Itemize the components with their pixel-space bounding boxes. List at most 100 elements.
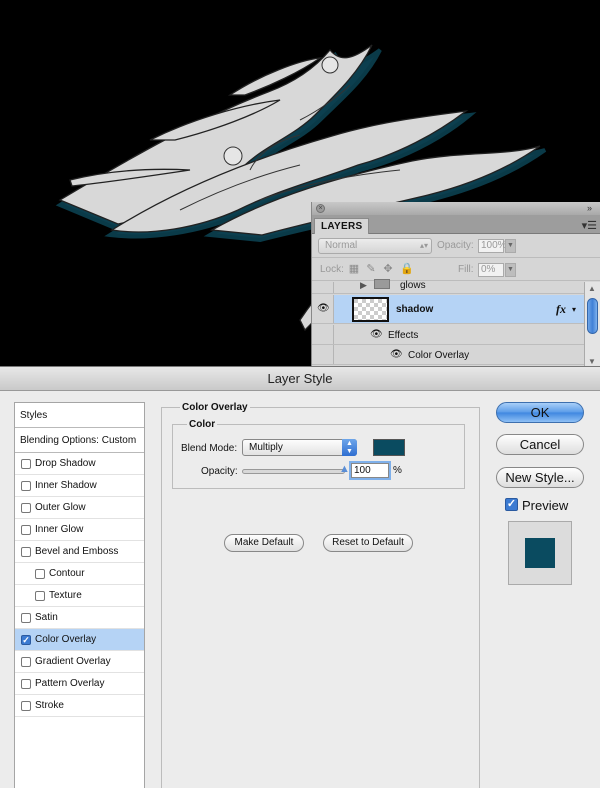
preview-label: Preview	[522, 498, 569, 513]
cancel-button[interactable]: Cancel	[496, 434, 584, 455]
visibility-column	[312, 345, 334, 364]
lock-fill-row: Lock: ▦ ✎ ✥ 🔒 Fill: 0% ▼	[312, 258, 600, 281]
style-item-label: Bevel and Emboss	[35, 546, 119, 557]
blend-mode-label: Blend Mode:	[181, 443, 238, 454]
color-group: Color Blend Mode: Multiply ▲ ▼ Opacity: ▲…	[172, 419, 465, 489]
style-checkbox[interactable]	[21, 459, 31, 469]
color-overlay-section: Color Overlay Color Blend Mode: Multiply…	[161, 402, 480, 788]
styles-header-item[interactable]: Styles	[15, 403, 144, 428]
opacity-slider[interactable]	[242, 469, 345, 474]
style-checkbox[interactable]	[35, 569, 45, 579]
style-item-label: Pattern Overlay	[35, 678, 105, 689]
new-style-button[interactable]: New Style...	[496, 467, 584, 488]
folder-icon	[374, 279, 390, 289]
panel-menu-icon[interactable]: ▾☰	[582, 219, 597, 232]
preview-checkbox[interactable]: ✓	[505, 498, 518, 511]
layer-style-dialog: Layer Style Styles Blending Options: Cus…	[0, 366, 600, 788]
fill-dropdown-icon[interactable]: ▼	[505, 263, 516, 277]
visibility-column	[312, 282, 334, 293]
style-item-color-overlay[interactable]: ✓ Color Overlay	[15, 629, 144, 651]
ok-button[interactable]: OK	[496, 402, 584, 423]
blend-mode-select[interactable]: Multiply ▲ ▼	[242, 439, 357, 456]
style-item-drop-shadow[interactable]: Drop Shadow	[15, 453, 144, 475]
style-checkbox[interactable]	[21, 547, 31, 557]
style-item-label: Inner Glow	[35, 524, 84, 535]
lock-pixels-brush-icon[interactable]: ✎	[365, 263, 377, 275]
style-item-pattern-overlay[interactable]: Pattern Overlay	[15, 673, 144, 695]
select-arrows-icon: ▲ ▼	[342, 439, 357, 456]
lock-all-icon[interactable]: 🔒	[400, 263, 414, 275]
layer-blend-mode-value: Normal	[325, 240, 358, 251]
tab-layers[interactable]: LAYERS	[314, 218, 370, 234]
panel-close-button[interactable]: ×	[316, 204, 325, 213]
lock-label: Lock:	[320, 264, 344, 275]
style-item-label: Contour	[49, 568, 85, 579]
layer-name: shadow	[396, 304, 434, 315]
blending-options-item[interactable]: Blending Options: Custom	[15, 428, 144, 453]
style-checkbox[interactable]	[21, 657, 31, 667]
fx-icon[interactable]: fx	[556, 302, 566, 317]
visibility-column: 👁	[312, 295, 334, 323]
style-checkbox[interactable]	[21, 525, 31, 535]
style-checkbox[interactable]	[35, 591, 45, 601]
lock-position-move-icon[interactable]: ✥	[382, 263, 394, 275]
style-item-label: Satin	[35, 612, 58, 623]
layer-effects-row[interactable]: 👁 Effects	[312, 325, 585, 345]
scroll-up-icon[interactable]: ▲	[588, 284, 596, 293]
style-item-gradient-overlay[interactable]: Gradient Overlay	[15, 651, 144, 673]
layers-panel: × » LAYERS ▾☰ Normal ▴▾ Opacity: 100% ▼ …	[311, 202, 600, 368]
layer-name: glows	[400, 280, 426, 291]
style-checkbox[interactable]: ✓	[21, 635, 31, 645]
style-item-label: Inner Shadow	[35, 480, 97, 491]
style-item-label: Drop Shadow	[35, 458, 96, 469]
make-default-button[interactable]: Make Default	[224, 534, 304, 552]
fill-input[interactable]: 0%	[478, 263, 504, 277]
scroll-down-icon[interactable]: ▼	[588, 357, 596, 366]
style-checkbox[interactable]	[21, 481, 31, 491]
style-item-label: Stroke	[35, 700, 64, 711]
style-item-satin[interactable]: Satin	[15, 607, 144, 629]
style-checkbox[interactable]	[21, 503, 31, 513]
layer-row-glows[interactable]: ▶ glows	[312, 279, 585, 294]
style-item-label: Texture	[49, 590, 82, 601]
layer-row-shadow[interactable]: 👁 shadow fx ▾	[312, 295, 585, 324]
select-arrows-icon: ▴▾	[419, 241, 428, 250]
panel-collapse-icon[interactable]: »	[587, 204, 596, 213]
overlay-color-swatch[interactable]	[373, 439, 405, 456]
section-title: Color Overlay	[180, 402, 250, 413]
layer-opacity-input[interactable]: 100%	[478, 239, 507, 253]
layer-opacity-dropdown-icon[interactable]: ▼	[505, 239, 516, 253]
effect-name: Color Overlay	[408, 350, 470, 361]
style-item-inner-glow[interactable]: Inner Glow	[15, 519, 144, 541]
opacity-unit: %	[393, 465, 402, 476]
eye-icon[interactable]: 👁	[317, 303, 330, 314]
layer-effect-color-overlay-row[interactable]: 👁 Color Overlay	[312, 345, 585, 365]
opacity-slider-knob-icon[interactable]: ▲	[339, 463, 350, 475]
style-item-label: Gradient Overlay	[35, 656, 111, 667]
style-item-stroke[interactable]: Stroke	[15, 695, 144, 717]
layers-list: ▶ glows 👁 shadow fx ▾ 👁 Effects 👁 Color …	[312, 279, 585, 368]
reset-to-default-button[interactable]: Reset to Default	[323, 534, 413, 552]
opacity-input[interactable]: 100	[351, 463, 389, 478]
eye-icon[interactable]: 👁	[390, 349, 403, 360]
style-item-contour[interactable]: Contour	[15, 563, 144, 585]
style-item-bevel-and-emboss[interactable]: Bevel and Emboss	[15, 541, 144, 563]
style-item-label: Color Overlay	[35, 634, 97, 645]
style-checkbox[interactable]	[21, 679, 31, 689]
dialog-title: Layer Style	[0, 367, 600, 391]
layer-opacity-label: Opacity:	[437, 240, 474, 251]
style-checkbox[interactable]	[21, 701, 31, 711]
scroll-thumb[interactable]	[587, 298, 598, 334]
style-items: Drop Shadow Inner Shadow Outer Glow Inner G…	[15, 453, 144, 717]
style-item-outer-glow[interactable]: Outer Glow	[15, 497, 144, 519]
layer-blend-mode-select[interactable]: Normal ▴▾	[318, 238, 432, 254]
effects-collapse-icon[interactable]: ▾	[572, 305, 576, 314]
eye-icon[interactable]: 👁	[370, 329, 383, 340]
group-expand-triangle-icon[interactable]: ▶	[360, 280, 367, 291]
style-item-texture[interactable]: Texture	[15, 585, 144, 607]
layers-scrollbar[interactable]: ▲ ▼	[584, 282, 600, 368]
style-item-inner-shadow[interactable]: Inner Shadow	[15, 475, 144, 497]
style-checkbox[interactable]	[21, 613, 31, 623]
style-preview-thumbnail	[508, 521, 572, 585]
lock-transparency-icon[interactable]: ▦	[348, 263, 360, 275]
